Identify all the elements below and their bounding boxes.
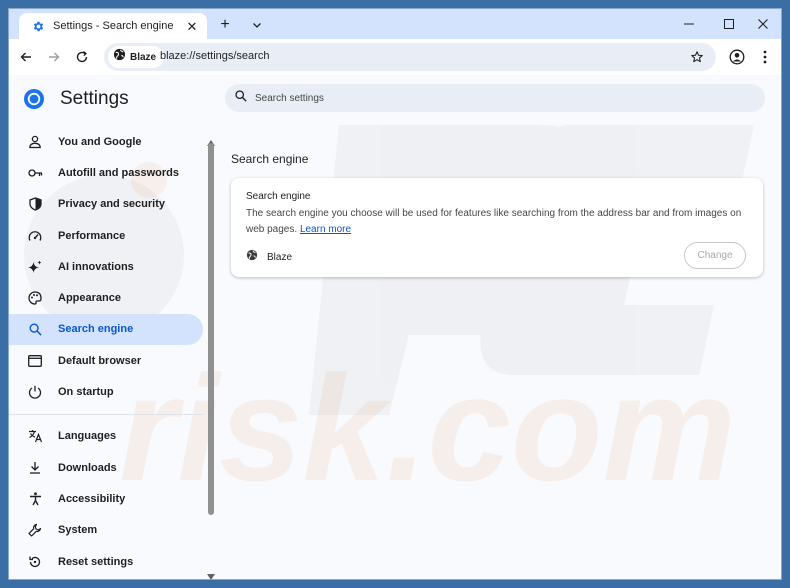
sidebar-item-label: Reset settings bbox=[58, 555, 134, 568]
accessibility-icon bbox=[27, 491, 43, 507]
sidebar-item-default-browser[interactable]: Default browser bbox=[9, 345, 203, 376]
profile-icon[interactable] bbox=[727, 47, 747, 67]
toolbar: Blaze blaze://settings/search bbox=[9, 39, 781, 75]
sidebar-item-accessibility[interactable]: Accessibility bbox=[9, 483, 203, 514]
scrollbar-thumb[interactable] bbox=[208, 143, 214, 515]
sidebar-item-label: Accessibility bbox=[58, 492, 126, 505]
globe-icon bbox=[113, 48, 126, 66]
minimize-icon[interactable] bbox=[669, 9, 709, 39]
globe-icon bbox=[246, 248, 258, 266]
close-tab-icon[interactable]: ✕ bbox=[185, 19, 199, 33]
key-icon bbox=[27, 165, 43, 181]
sidebar-item-label: Default browser bbox=[58, 354, 142, 367]
sidebar-item-label: Search engine bbox=[58, 323, 134, 336]
page-title: Settings bbox=[60, 88, 129, 109]
sidebar-item-languages[interactable]: Languages bbox=[9, 421, 203, 452]
sidebar-item-ai-innovations[interactable]: AI innovations bbox=[9, 251, 203, 282]
settings-page: risk.com Settings Search settings You an… bbox=[9, 75, 781, 579]
gear-icon bbox=[31, 19, 45, 33]
tab-title: Settings - Search engine bbox=[53, 20, 174, 32]
reload-icon[interactable] bbox=[72, 47, 92, 67]
search-settings-input[interactable]: Search settings bbox=[225, 84, 765, 112]
sidebar-item-label: Languages bbox=[58, 430, 117, 443]
tab-settings[interactable]: Settings - Search engine ✕ bbox=[19, 13, 207, 39]
translate-icon bbox=[27, 428, 43, 444]
sidebar-item-label: Privacy and security bbox=[58, 198, 166, 211]
sidebar-item-system[interactable]: System bbox=[9, 515, 203, 546]
sidebar-item-label: Downloads bbox=[58, 461, 117, 474]
engine-row: Blaze bbox=[246, 248, 292, 266]
settings-logo-icon bbox=[23, 88, 45, 110]
section-title: Search engine bbox=[231, 152, 309, 166]
sidebar-item-on-startup[interactable]: On startup bbox=[9, 376, 203, 407]
sidebar-item-label: On startup bbox=[58, 386, 114, 399]
learn-more-link[interactable]: Learn more bbox=[300, 224, 351, 235]
sidebar-nav: You and Google Autofill and passwords Pr… bbox=[9, 126, 203, 577]
sidebar-divider bbox=[9, 413, 203, 415]
card-description: The search engine you choose will be use… bbox=[246, 206, 751, 237]
search-placeholder: Search settings bbox=[255, 92, 324, 104]
sidebar-item-label: Performance bbox=[58, 229, 126, 242]
sidebar-scrollbar[interactable] bbox=[207, 133, 215, 579]
back-arrow-icon[interactable] bbox=[16, 47, 36, 67]
sidebar-item-reset-settings[interactable]: Reset settings bbox=[9, 546, 203, 577]
search-icon bbox=[27, 321, 43, 337]
close-window-icon[interactable] bbox=[743, 9, 781, 39]
browser-window-icon bbox=[27, 353, 43, 369]
tab-strip: Settings - Search engine ✕ + bbox=[9, 9, 781, 39]
chevron-down-icon[interactable] bbox=[248, 16, 266, 34]
sidebar-item-label: Appearance bbox=[58, 292, 121, 305]
sidebar-item-label: You and Google bbox=[58, 135, 142, 148]
person-icon bbox=[27, 134, 43, 150]
address-bar[interactable]: Blaze blaze://settings/search bbox=[104, 43, 716, 71]
sidebar-item-search-engine[interactable]: Search engine bbox=[9, 313, 203, 346]
wrench-icon bbox=[27, 522, 43, 538]
sidebar-item-appearance[interactable]: Appearance bbox=[9, 282, 203, 313]
search-icon bbox=[235, 89, 247, 107]
power-icon bbox=[27, 384, 43, 400]
forward-arrow-icon[interactable] bbox=[44, 47, 64, 67]
sidebar-item-label: Autofill and passwords bbox=[58, 166, 180, 179]
site-chip[interactable]: Blaze bbox=[108, 46, 165, 68]
sparkle-icon bbox=[27, 259, 43, 275]
kebab-menu-icon[interactable] bbox=[755, 47, 775, 67]
url-text[interactable]: blaze://settings/search bbox=[160, 50, 269, 62]
scroll-up-arrow-icon[interactable] bbox=[207, 133, 215, 146]
browser-window: Settings - Search engine ✕ + Blaze blaze… bbox=[8, 8, 782, 580]
scroll-down-arrow-icon[interactable] bbox=[207, 567, 215, 579]
sidebar-item-autofill[interactable]: Autofill and passwords bbox=[9, 157, 203, 188]
sidebar-item-you-and-google[interactable]: You and Google bbox=[9, 126, 203, 157]
download-icon bbox=[27, 460, 43, 476]
palette-icon bbox=[27, 290, 43, 306]
card-heading: Search engine bbox=[246, 191, 311, 202]
search-engine-card: Search engine The search engine you choo… bbox=[231, 178, 763, 277]
shield-icon bbox=[27, 196, 43, 212]
sidebar-item-privacy[interactable]: Privacy and security bbox=[9, 189, 203, 220]
sidebar-item-downloads[interactable]: Downloads bbox=[9, 452, 203, 483]
sidebar-item-label: AI innovations bbox=[58, 260, 134, 273]
site-chip-label: Blaze bbox=[130, 51, 157, 63]
engine-name: Blaze bbox=[267, 251, 293, 263]
new-tab-button[interactable]: + bbox=[216, 16, 234, 34]
speedometer-icon bbox=[27, 228, 43, 244]
sidebar-item-performance[interactable]: Performance bbox=[9, 220, 203, 251]
sidebar-item-label: System bbox=[58, 524, 98, 537]
star-icon[interactable] bbox=[688, 48, 706, 66]
reset-icon bbox=[27, 554, 43, 570]
change-button[interactable]: Change bbox=[684, 242, 746, 269]
